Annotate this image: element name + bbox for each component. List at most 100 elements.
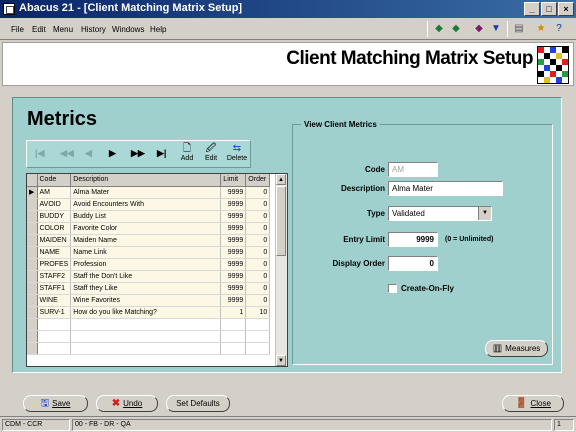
table-row[interactable]: ▶ AM Alma Mater 9999 0 [27, 186, 271, 199]
cell-order[interactable]: 0 [245, 234, 271, 247]
table-row[interactable]: PROFES Profession 9999 0 [27, 258, 271, 271]
cell-code[interactable]: NAME [37, 246, 72, 259]
row-selector[interactable] [27, 222, 38, 235]
cell-description[interactable]: Profession [70, 258, 222, 271]
menu-menu[interactable]: Menu [53, 25, 73, 34]
row-selector[interactable] [27, 270, 38, 283]
next-record-icon[interactable]: ▶ [109, 148, 116, 159]
cell-description[interactable]: Alma Mater [70, 186, 222, 199]
cell-description[interactable]: Wine Favorites [70, 294, 222, 307]
calculator-icon[interactable]: ▤ [512, 22, 526, 36]
row-selector[interactable] [27, 306, 38, 319]
chevron-down-icon[interactable]: ▼ [478, 207, 491, 220]
cell-code[interactable]: SURV-1 [37, 306, 72, 319]
table-row[interactable]: AVOID Avoid Encounters With 9999 0 [27, 198, 271, 211]
prev-page-icon[interactable]: ◀◀ [60, 148, 74, 159]
cell-limit[interactable]: 1 [220, 306, 247, 319]
add-button[interactable]: 🗋 Add [177, 143, 197, 162]
close-button[interactable]: 🚪 Close [502, 395, 564, 412]
cell-limit[interactable]: 9999 [220, 258, 247, 271]
help-icon[interactable]: ? [552, 22, 566, 36]
cell-code[interactable]: WINE [37, 294, 72, 307]
scrollbar-thumb[interactable] [276, 186, 286, 256]
cell-code[interactable]: PROFES [37, 258, 72, 271]
grid-vertical-scrollbar[interactable]: ▲ ▼ [275, 174, 287, 366]
cell-order[interactable]: 0 [245, 282, 271, 295]
cell-code[interactable]: STAFF1 [37, 282, 72, 295]
table-row[interactable]: MAIDEN Maiden Name 9999 0 [27, 234, 271, 247]
cell-order[interactable]: 0 [245, 294, 271, 307]
forward-icon[interactable]: ◆ [449, 22, 463, 36]
menu-history[interactable]: History [81, 25, 106, 34]
back-icon[interactable]: ◆ [432, 22, 446, 36]
row-selector[interactable] [27, 282, 38, 295]
cell-code[interactable]: STAFF2 [37, 270, 72, 283]
cell-limit[interactable]: 9999 [220, 234, 247, 247]
row-selector[interactable] [27, 210, 38, 223]
cell-order[interactable]: 10 [245, 306, 271, 319]
cell-limit[interactable]: 9999 [220, 246, 247, 259]
cell-order[interactable]: 0 [245, 246, 271, 259]
cell-limit[interactable]: 9999 [220, 186, 247, 199]
cell-description[interactable]: How do you like Matching? [70, 306, 222, 319]
entry-limit-field[interactable]: 9999 [388, 232, 438, 247]
edit-button[interactable]: 🖉 Edit [201, 143, 221, 162]
save-button[interactable]: 🖫 Save [23, 395, 88, 412]
row-selector[interactable] [27, 198, 38, 211]
cell-description[interactable]: Favorite Color [70, 222, 222, 235]
runner-icon[interactable]: ★ [534, 22, 548, 36]
cell-code[interactable]: COLOR [37, 222, 72, 235]
cell-description[interactable]: Name Link [70, 246, 222, 259]
prev-record-icon[interactable]: ◀ [85, 148, 92, 159]
type-select[interactable]: Validated ▼ [388, 206, 492, 221]
cell-order[interactable]: 0 [245, 270, 271, 283]
display-order-field[interactable]: 0 [388, 256, 438, 271]
table-row[interactable]: NAME Name Link 9999 0 [27, 246, 271, 259]
column-header-order[interactable]: Order [245, 174, 271, 187]
create-on-fly-checkbox[interactable] [388, 284, 397, 293]
cell-code[interactable]: AM [37, 186, 72, 199]
description-field[interactable]: Alma Mater [388, 181, 503, 196]
gem-icon[interactable]: ◆ [472, 22, 486, 36]
metrics-grid[interactable]: Code Description Limit Order ▶ AM Alma Mat… [26, 173, 288, 367]
column-header-code[interactable]: Code [37, 174, 72, 187]
cell-order[interactable]: 0 [245, 258, 271, 271]
table-row[interactable]: BUDDY Buddy List 9999 0 [27, 210, 271, 223]
set-defaults-button[interactable]: Set Defaults [166, 395, 230, 412]
current-row-indicator-icon[interactable]: ▶ [27, 186, 38, 199]
cell-description[interactable]: Buddy List [70, 210, 222, 223]
table-row[interactable]: COLOR Favorite Color 9999 0 [27, 222, 271, 235]
table-row[interactable]: WINE Wine Favorites 9999 0 [27, 294, 271, 307]
column-header-description[interactable]: Description [70, 174, 222, 187]
code-field[interactable]: AM [388, 162, 438, 177]
arrow-down-icon[interactable]: ▼ [489, 22, 503, 36]
table-row[interactable]: STAFF1 Staff they Like 9999 0 [27, 282, 271, 295]
cell-order[interactable]: 0 [245, 222, 271, 235]
cell-order[interactable]: 0 [245, 198, 271, 211]
cell-order[interactable]: 0 [245, 210, 271, 223]
cell-limit[interactable]: 9999 [220, 210, 247, 223]
menu-file[interactable]: File [11, 25, 24, 34]
cell-description[interactable]: Maiden Name [70, 234, 222, 247]
scroll-up-icon[interactable]: ▲ [276, 174, 286, 185]
row-selector[interactable] [27, 246, 38, 259]
cell-order[interactable]: 0 [245, 186, 271, 199]
cell-code[interactable]: BUDDY [37, 210, 72, 223]
cell-limit[interactable]: 9999 [220, 282, 247, 295]
table-row[interactable]: STAFF2 Staff the Don't Like 9999 0 [27, 270, 271, 283]
last-record-icon[interactable]: ▶| [157, 148, 166, 159]
delete-button[interactable]: ⇆ Delete [225, 143, 249, 162]
cell-limit[interactable]: 9999 [220, 222, 247, 235]
cell-code[interactable]: MAIDEN [37, 234, 72, 247]
cell-limit[interactable]: 9999 [220, 270, 247, 283]
close-window-button[interactable]: × [558, 2, 574, 16]
cell-limit[interactable]: 9999 [220, 198, 247, 211]
row-selector[interactable] [27, 258, 38, 271]
menu-edit[interactable]: Edit [32, 25, 46, 34]
table-row[interactable]: SURV-1 How do you like Matching? 1 10 [27, 306, 271, 319]
menu-help[interactable]: Help [150, 25, 166, 34]
scroll-down-icon[interactable]: ▼ [276, 355, 286, 366]
undo-button[interactable]: ✖ Undo [96, 395, 158, 412]
cell-code[interactable]: AVOID [37, 198, 72, 211]
next-page-icon[interactable]: ▶▶ [131, 148, 145, 159]
